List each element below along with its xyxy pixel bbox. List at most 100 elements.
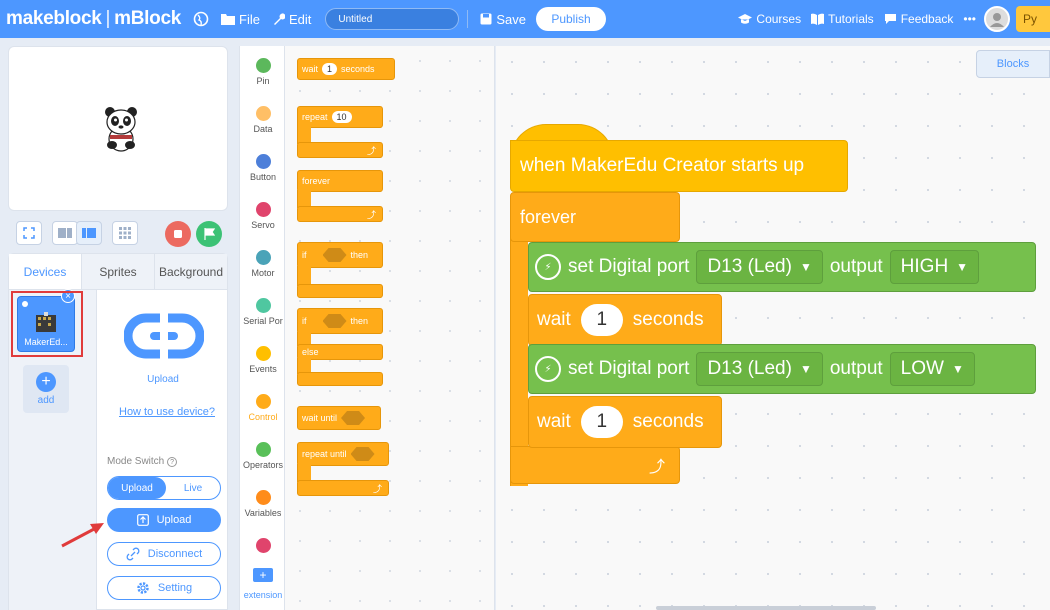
category-dot [255, 154, 271, 169]
chevron-down-icon: ▼ [799, 260, 812, 274]
edit-menu-label: Edit [288, 11, 312, 27]
wait-seconds-block[interactable]: wait 1 seconds [528, 294, 722, 346]
palette-forever-block[interactable]: forever [297, 170, 383, 192]
boolean-slot[interactable] [341, 411, 366, 425]
language-globe-icon[interactable] [193, 11, 209, 27]
block-text: wait until [302, 413, 338, 423]
save-button[interactable]: Save [480, 12, 526, 27]
panda-sprite[interactable] [101, 105, 141, 153]
palette-repeat-block[interactable]: repeat 10 [297, 106, 383, 128]
block-input[interactable]: 1 [322, 63, 338, 75]
add-device-button[interactable]: + add [23, 365, 69, 413]
category-my-blocks[interactable] [240, 538, 286, 556]
block-text: if [302, 316, 307, 326]
user-avatar[interactable] [984, 6, 1010, 32]
set-digital-port-high-block[interactable]: ⚡ set Digital port D13 (Led) ▼ output HIG… [528, 242, 1036, 292]
brand-separator: | [105, 8, 111, 29]
edit-menu[interactable]: Edit [272, 12, 311, 27]
category-control[interactable]: Control [240, 394, 286, 422]
forever-block[interactable]: forever [510, 192, 680, 242]
upload-button[interactable]: Upload [107, 508, 221, 532]
top-bar-right: Courses Tutorials Feedback ••• Py [728, 0, 1050, 38]
folder-icon [221, 14, 236, 25]
flag-icon [203, 228, 215, 240]
block-text: else [302, 347, 319, 357]
category-events[interactable]: Events [240, 346, 286, 374]
category-button[interactable]: Button [240, 154, 286, 182]
when-starts-up-block[interactable]: when MakerEdu Creator starts up [510, 140, 848, 192]
wait-input[interactable]: 1 [580, 406, 623, 438]
file-menu[interactable]: File [221, 12, 260, 27]
port-dropdown[interactable]: D13 (Led) ▼ [696, 352, 823, 386]
block-text: then [350, 250, 369, 260]
category-dot [255, 250, 271, 265]
palette-forever-footer: ⤴ [297, 206, 383, 222]
boolean-slot[interactable] [322, 314, 347, 328]
extension-button[interactable]: + extension [240, 568, 286, 600]
add-device-label: add [37, 395, 55, 406]
palette-if-else-block[interactable]: if then [297, 308, 383, 334]
stage-canvas[interactable] [8, 46, 228, 211]
dropdown-value: D13 (Led) [707, 256, 792, 277]
disconnect-button[interactable]: Disconnect [107, 542, 221, 566]
tutorials-link[interactable]: Tutorials [811, 12, 874, 26]
script-workspace[interactable]: Blocks when MakerEdu Creator starts up f… [496, 46, 1050, 610]
large-stage-button[interactable] [76, 221, 102, 245]
tab-devices[interactable]: Devices [9, 254, 82, 289]
wait-input[interactable]: 1 [580, 304, 623, 336]
block-text: if [302, 250, 307, 260]
category-label: Pin [256, 76, 270, 86]
courses-link[interactable]: Courses [738, 12, 801, 26]
block-text: wait [302, 64, 319, 74]
category-motor[interactable]: Motor [240, 250, 286, 278]
category-data[interactable]: Data [240, 106, 286, 134]
palette-wait-block[interactable]: wait 1 seconds [297, 58, 395, 80]
set-digital-port-low-block[interactable]: ⚡ set Digital port D13 (Led) ▼ output LOW… [528, 344, 1036, 394]
level-dropdown[interactable]: LOW ▼ [889, 352, 975, 386]
category-pin[interactable]: Pin [240, 58, 286, 86]
publish-button[interactable]: Publish [536, 7, 607, 31]
more-menu[interactable]: ••• [963, 12, 976, 26]
tab-sprites[interactable]: Sprites [82, 254, 155, 289]
category-variables[interactable]: Variables [240, 490, 286, 518]
help-icon[interactable]: ? [167, 457, 178, 467]
fullscreen-button[interactable] [16, 221, 42, 245]
stage-controls [8, 218, 228, 248]
category-serial-port[interactable]: Serial Por [240, 298, 286, 326]
mode-live-option[interactable]: Live [166, 477, 220, 499]
palette-wait-until-block[interactable]: wait until [297, 406, 381, 430]
link-broken-icon [126, 547, 140, 561]
block-text: set Digital port [568, 256, 690, 277]
blocks-tab[interactable]: Blocks [976, 50, 1050, 78]
small-stage-button[interactable] [52, 221, 78, 245]
wait-seconds-block[interactable]: wait 1 seconds [528, 396, 722, 448]
green-flag-button[interactable] [196, 221, 222, 247]
stop-button[interactable] [165, 221, 191, 247]
brand-name: makeblock [6, 8, 102, 29]
mode-upload-option[interactable]: Upload [108, 477, 166, 499]
boolean-slot[interactable] [350, 447, 375, 461]
category-servo[interactable]: Servo [240, 202, 286, 230]
how-to-use-device-link[interactable]: How to use device? [107, 406, 227, 418]
feedback-link[interactable]: Feedback [884, 12, 953, 26]
disconnect-label: Disconnect [147, 548, 203, 560]
block-input[interactable]: 10 [331, 111, 352, 123]
brand-logo[interactable]: makeblock | mBlock [6, 8, 181, 30]
horizontal-scrollbar[interactable] [656, 606, 876, 610]
boolean-slot[interactable] [322, 248, 347, 262]
mode-switch-label: Mode Switch ? [107, 456, 178, 467]
tab-background[interactable]: Background [155, 254, 227, 289]
grid-view-button[interactable] [112, 221, 138, 245]
setting-button[interactable]: Setting [107, 576, 221, 600]
port-dropdown[interactable]: D13 (Led) ▼ [696, 250, 823, 284]
mode-switch[interactable]: Upload Live [107, 476, 221, 500]
category-label: Motor [251, 268, 275, 278]
project-title-input[interactable]: Untitled [325, 8, 460, 30]
fullscreen-icon [23, 227, 35, 239]
setting-label: Setting [157, 582, 193, 594]
palette-if-then-block[interactable]: if then [297, 242, 383, 268]
palette-repeat-until-block[interactable]: repeat until [297, 442, 389, 466]
level-dropdown[interactable]: HIGH ▼ [889, 250, 980, 284]
category-operators[interactable]: Operators [240, 442, 286, 470]
python-mode-button[interactable]: Py [1016, 6, 1050, 32]
